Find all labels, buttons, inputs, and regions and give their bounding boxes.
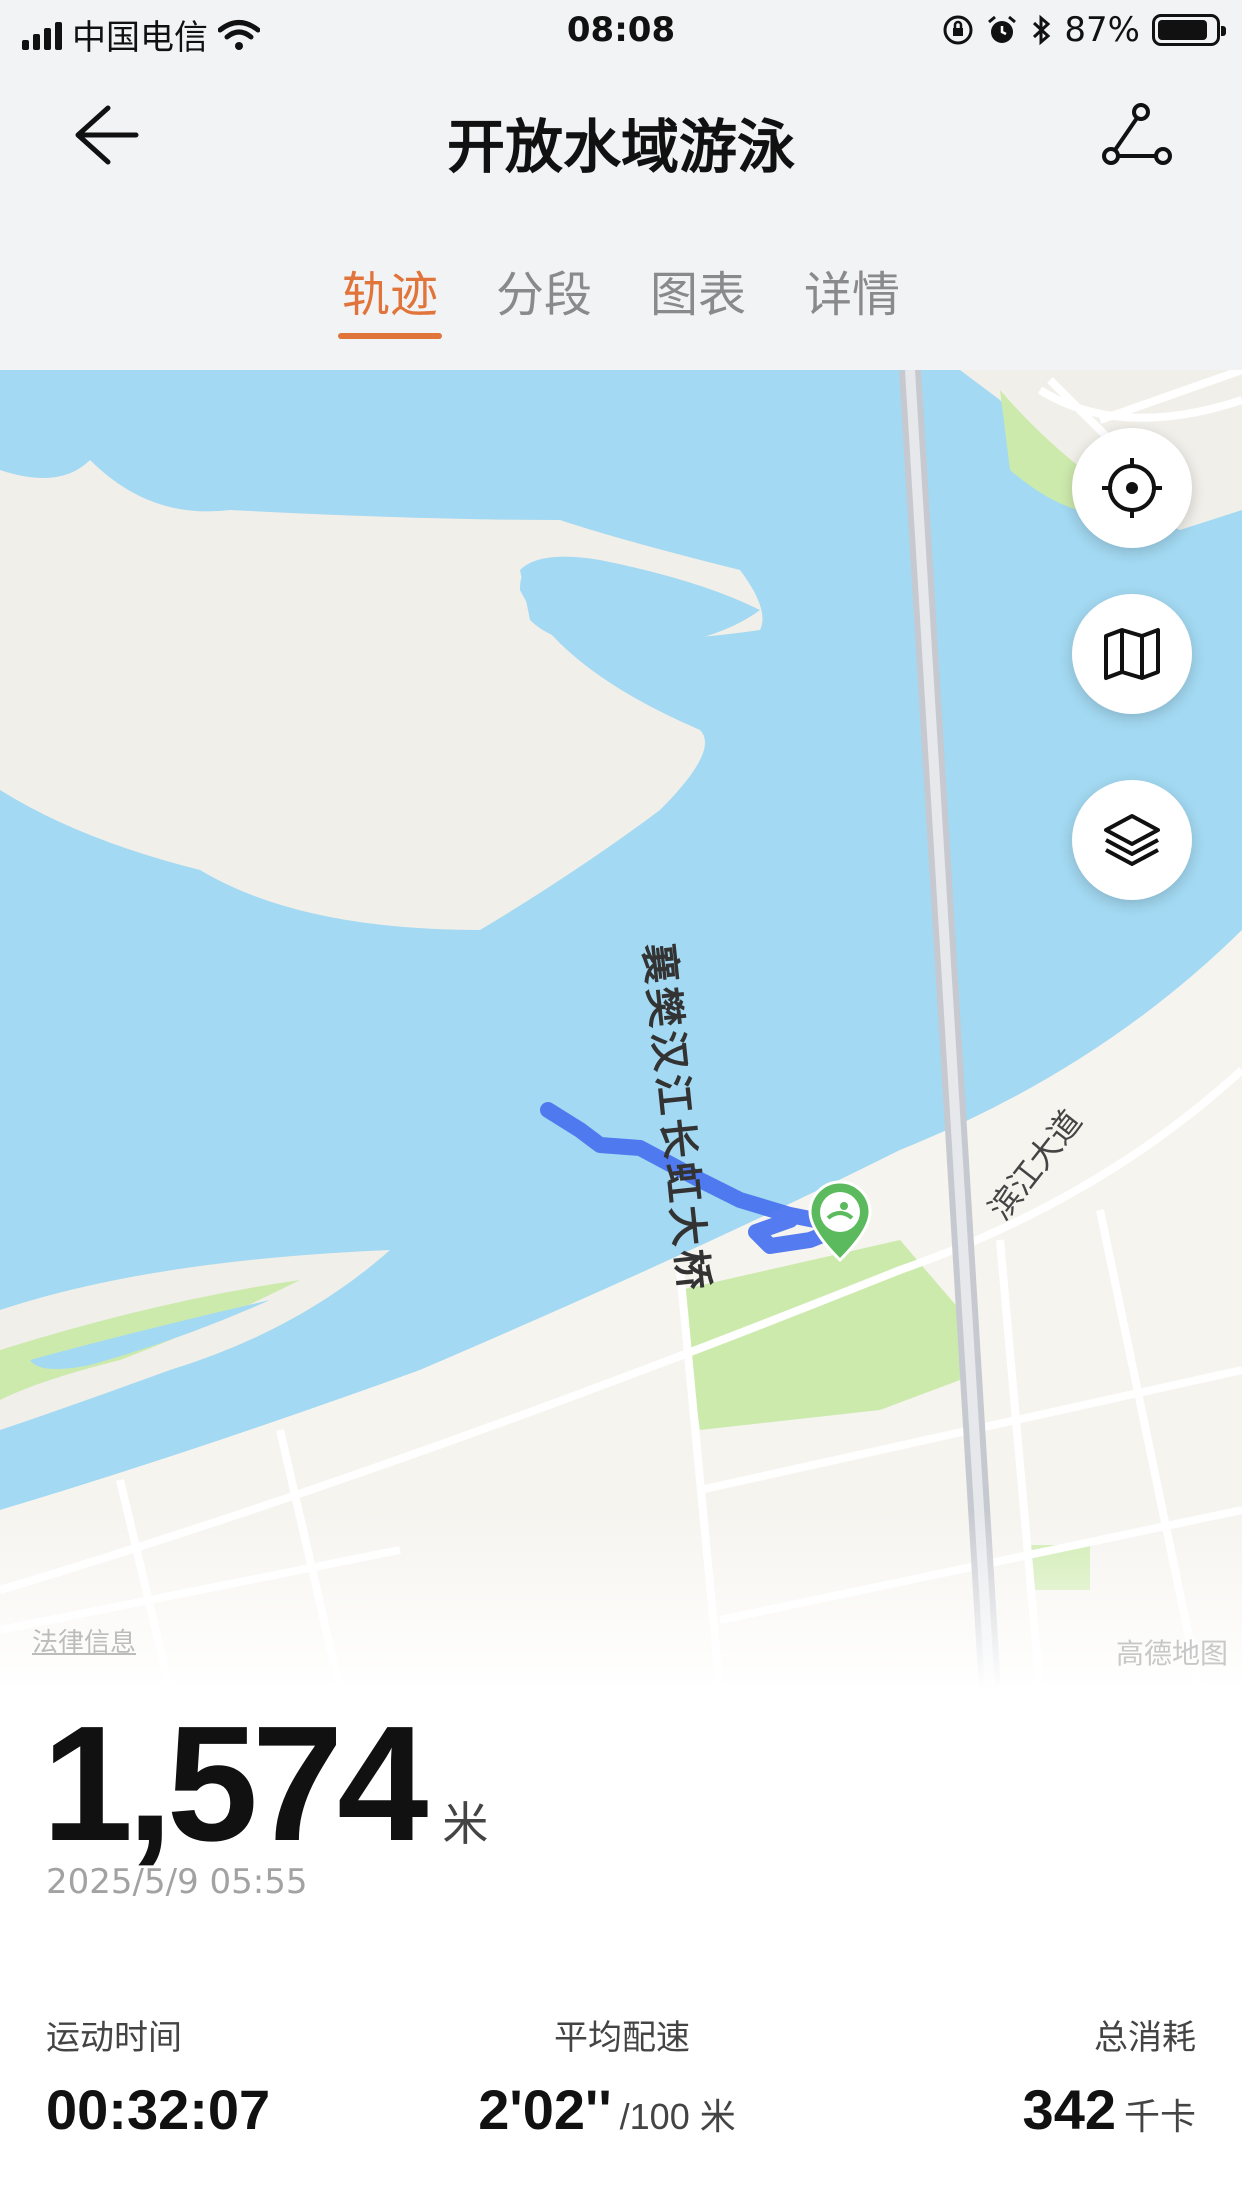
map-type-button[interactable] bbox=[1072, 594, 1192, 714]
distance: 1,574 米 bbox=[42, 1690, 488, 1878]
signal-icon bbox=[22, 20, 62, 50]
battery-percent: 87% bbox=[1064, 10, 1140, 50]
tab-charts[interactable]: 图表 bbox=[646, 255, 750, 339]
stat-label: 总消耗 bbox=[1094, 2018, 1196, 2058]
stat-calories: 总消耗 342 千卡 bbox=[1023, 2010, 1196, 2142]
locate-button[interactable] bbox=[1072, 428, 1192, 548]
route-button[interactable] bbox=[1087, 90, 1187, 180]
stat-unit: /100 米 bbox=[619, 2096, 736, 2137]
rotation-lock-icon bbox=[943, 15, 973, 45]
tab-splits[interactable]: 分段 bbox=[492, 255, 596, 339]
stat-value: 2'02''/100 米 bbox=[478, 2078, 736, 2141]
stat-label: 运动时间 bbox=[46, 2018, 182, 2058]
header: 开放水域游泳 轨迹 分段 图表 详情 bbox=[0, 60, 1242, 370]
map-brand: 高德地图 bbox=[1115, 1637, 1228, 1670]
bluetooth-icon bbox=[1033, 14, 1051, 46]
workout-date: 2025/5/9 05:55 bbox=[46, 1862, 308, 1902]
status-right: 87% bbox=[942, 10, 1226, 50]
map-canvas bbox=[0, 370, 1242, 1690]
status-left: 中国电信 bbox=[22, 10, 260, 59]
tab-bar: 轨迹 分段 图表 详情 bbox=[0, 255, 1242, 339]
layers-button[interactable] bbox=[1072, 780, 1192, 900]
route-icon bbox=[1102, 103, 1172, 165]
stat-duration: 运动时间 00:32:07 bbox=[46, 2010, 270, 2142]
stat-pace: 平均配速 2'02''/100 米 bbox=[478, 2010, 752, 2142]
map-fade bbox=[0, 1510, 1242, 1690]
alarm-icon bbox=[988, 15, 1017, 43]
stat-unit: 千卡 bbox=[1123, 2096, 1196, 2137]
carrier-label: 中国电信 bbox=[72, 18, 208, 58]
map-view[interactable]: 襄樊汉江长虹大桥 滨江大道 法律信息 高德地图 bbox=[0, 370, 1242, 1690]
legal-info-link[interactable]: 法律信息 bbox=[32, 1622, 136, 1659]
layers-icon bbox=[1104, 814, 1160, 866]
battery-icon bbox=[1152, 14, 1226, 46]
wifi-icon bbox=[218, 19, 260, 50]
page-title: 开放水域游泳 bbox=[446, 113, 795, 181]
distance-unit: 米 bbox=[442, 1797, 489, 1851]
stat-value: 342 千卡 bbox=[1022, 2078, 1196, 2141]
status-bar: 中国电信 08:08 87% bbox=[0, 0, 1242, 60]
summary-panel: 1,574 米 2025/5/9 05:55 运动时间 00:32:07 平均配… bbox=[0, 1690, 1242, 2208]
tab-details[interactable]: 详情 bbox=[800, 255, 904, 339]
tab-track[interactable]: 轨迹 bbox=[337, 255, 443, 339]
crosshair-icon bbox=[1102, 458, 1162, 518]
map-icon bbox=[1104, 628, 1160, 680]
stat-label: 平均配速 bbox=[554, 2018, 690, 2058]
stat-value: 00:32:07 bbox=[46, 2078, 271, 2141]
distance-value: 1,574 bbox=[42, 1692, 428, 1875]
